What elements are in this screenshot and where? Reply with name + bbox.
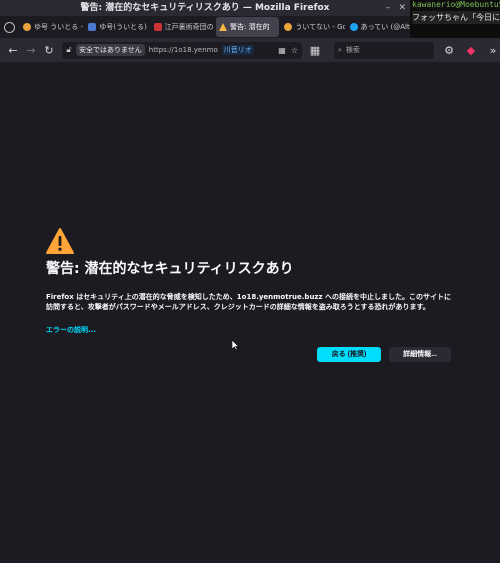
tab-label: ゆ号 ういとる - G [34, 23, 83, 31]
window-title: 警告: 潜在的なセキュリティリスクあり — Mozilla Firefox [80, 3, 330, 13]
url-text[interactable]: https://1o18.yenmo [149, 46, 218, 54]
advanced-button[interactable]: 詳細情報... [389, 347, 451, 362]
tab-favicon-icon [153, 23, 162, 31]
tab-favicon-icon [284, 23, 293, 31]
settings-gear-icon[interactable]: ⚙ [440, 41, 458, 59]
url-bar[interactable]: 🔓︎ 安全ではありません https://1o18.yenmo 川音リオ ▦ ☆ [62, 41, 302, 59]
url-badge: 川音リオ [221, 45, 254, 55]
window-titlebar: 警告: 潜在的なセキュリティリスクあり — Mozilla Firefox – … [0, 0, 410, 16]
minimize-icon[interactable]: – [386, 0, 391, 16]
tab-strip: ゆ号 ういとる - G ゆ号(ういとる) (J 江戸裏術奇団の 警告: 潜在的 … [0, 16, 410, 38]
terminal-text: フォッサちゃん「今日に [412, 11, 500, 24]
warning-triangle-icon [46, 228, 74, 254]
tab-2[interactable]: 江戸裏術奇団の [151, 17, 214, 37]
toolbar-icons: ⚙ ◆ » ≡ [440, 41, 500, 59]
tab-3-active[interactable]: 警告: 潜在的 [216, 17, 280, 37]
tab-0[interactable]: ゆ号 ういとる - G [20, 17, 83, 37]
warning-favicon-icon [219, 23, 227, 31]
search-placeholder: 検索 [345, 46, 360, 54]
go-back-button[interactable]: 戻る (推奨) [317, 347, 381, 362]
mouse-cursor-icon [232, 340, 240, 350]
window-controls: – ✕ [386, 0, 406, 16]
tab-1[interactable]: ゆ号(ういとる) (J [85, 17, 149, 37]
terminal-prompt: kawanerio@MoebuntuStu [412, 0, 500, 9]
error-page: 警告: 潜在的なセキュリティリスクあり Firefox はセキュリティ上の潜在的… [0, 62, 500, 563]
tab-favicon-icon [88, 23, 97, 31]
firefox-view-icon[interactable] [0, 16, 18, 38]
twitter-favicon-icon [349, 23, 358, 31]
navigation-toolbar: ← → ↻ 🔓︎ 安全ではありません https://1o18.yenmo 川音… [0, 38, 500, 63]
tab-label: 江戸裏術奇団の [164, 23, 214, 31]
urlbar-actions: ▦ ☆ [278, 46, 302, 55]
page-title: 警告: 潜在的なセキュリティリスクあり [46, 261, 294, 277]
insecure-label: 安全ではありません [76, 44, 145, 56]
forward-arrow-icon[interactable]: → [22, 41, 40, 59]
tab-4[interactable]: ういてない - Go [281, 17, 345, 37]
screen: 警告: 潜在的なセキュリティリスクあり — Mozilla Firefox – … [0, 0, 500, 563]
tab-label: ういてない - Go [295, 23, 345, 31]
search-icon: ⌕ [338, 45, 342, 54]
extensions-grid-icon[interactable]: ▦ [306, 41, 324, 59]
tab-favicon-icon [23, 23, 32, 31]
insecure-lock-icon[interactable]: 🔓︎ [62, 45, 76, 55]
error-description: Firefox はセキュリティ上の潜在的な脅威を検知したため、1o18.yenm… [46, 293, 452, 311]
reload-icon[interactable]: ↻ [40, 41, 58, 59]
search-box[interactable]: ⌕ 検索 [334, 41, 434, 59]
learn-more-link[interactable]: エラーの説明... [46, 325, 96, 335]
close-icon[interactable]: ✕ [398, 0, 406, 16]
tab-label: ゆ号(ういとる) (J [99, 23, 149, 31]
bookmark-star-icon[interactable]: ☆ [291, 46, 298, 55]
back-arrow-icon[interactable]: ← [4, 41, 22, 59]
terminal-window: kawanerio@MoebuntuStu フォッサちゃん「今日に [410, 0, 500, 38]
extension-icon[interactable]: ◆ [462, 41, 480, 59]
grid-icon[interactable]: ▦ [278, 46, 286, 55]
tab-5[interactable]: あってい (@Alt [347, 17, 410, 37]
overflow-chevron-icon[interactable]: » [484, 41, 500, 59]
tab-label: あってい (@Alt [360, 23, 410, 31]
tab-label: 警告: 潜在的 [230, 23, 270, 31]
